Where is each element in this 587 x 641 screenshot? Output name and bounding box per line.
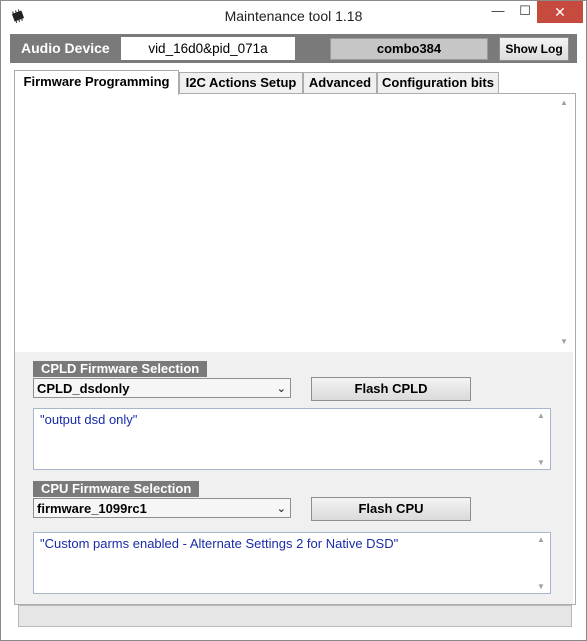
minimize-button[interactable]: —	[483, 1, 513, 23]
vertical-scrollbar[interactable]: ▲ ▼	[557, 96, 571, 348]
tab-firmware-programming[interactable]: Firmware Programming	[14, 70, 179, 95]
close-button[interactable]: ✕	[537, 1, 583, 23]
device-id-field[interactable]: vid_16d0&pid_071a	[121, 37, 295, 60]
close-icon: ✕	[554, 4, 566, 20]
chevron-down-icon: ⌄	[276, 383, 286, 395]
minimize-icon: —	[491, 3, 505, 18]
flash-cpu-button[interactable]: Flash CPU	[311, 497, 471, 521]
cpu-description-scrollbar[interactable]: ▲ ▼	[536, 535, 548, 591]
chevron-down-icon: ⌄	[276, 503, 286, 515]
tab-i2c-actions-setup[interactable]: I2C Actions Setup	[179, 72, 303, 93]
show-log-button[interactable]: Show Log	[499, 37, 569, 61]
device-bar: Audio Device vid_16d0&pid_071a combo384 …	[10, 34, 577, 63]
maximize-icon: ☐	[519, 3, 531, 18]
tab-configuration-bits[interactable]: Configuration bits	[377, 72, 499, 93]
scroll-up-icon[interactable]: ▲	[536, 535, 546, 544]
title-bar: Maintenance tool 1.18 — ☐ ✕	[1, 1, 586, 31]
cpu-description-box[interactable]: "Custom parms enabled - Alternate Settin…	[33, 532, 551, 594]
cpld-selected-value: CPLD_dsdonly	[37, 381, 130, 396]
cpld-section-header: CPLD Firmware Selection	[33, 361, 208, 377]
scroll-down-icon[interactable]: ▼	[536, 458, 546, 467]
cpu-description-text: "Custom parms enabled - Alternate Settin…	[40, 536, 399, 551]
audio-device-label: Audio Device	[21, 40, 110, 56]
status-bar	[18, 605, 572, 627]
cpu-selected-value: firmware_1099rc1	[37, 501, 147, 516]
scroll-down-icon[interactable]: ▼	[559, 337, 569, 346]
combo-field: combo384	[330, 38, 488, 60]
cpu-section-header: CPU Firmware Selection	[33, 481, 200, 497]
cpld-firmware-select[interactable]: CPLD_dsdonly ⌄	[33, 378, 291, 398]
cpld-description-scrollbar[interactable]: ▲ ▼	[536, 411, 548, 467]
scroll-up-icon[interactable]: ▲	[559, 98, 569, 107]
scroll-down-icon[interactable]: ▼	[536, 582, 546, 591]
cpu-firmware-select[interactable]: firmware_1099rc1 ⌄	[33, 498, 291, 518]
cpld-description-box[interactable]: "output dsd only" ▲ ▼	[33, 408, 551, 470]
firmware-selection-area: CPLD Firmware Selection CPLD_dsdonly ⌄ F…	[15, 352, 573, 604]
scroll-up-icon[interactable]: ▲	[536, 411, 546, 420]
firmware-programming-panel: ▲ ▼ CPLD Firmware Selection CPLD_dsdonly…	[14, 93, 576, 605]
scroll-area[interactable]: ▲ ▼	[15, 94, 573, 350]
main-window: Maintenance tool 1.18 — ☐ ✕ Audio Device…	[0, 0, 587, 641]
tab-advanced[interactable]: Advanced	[303, 72, 377, 93]
flash-cpld-button[interactable]: Flash CPLD	[311, 377, 471, 401]
maximize-button[interactable]: ☐	[510, 1, 540, 23]
cpld-description-text: "output dsd only"	[40, 412, 138, 427]
